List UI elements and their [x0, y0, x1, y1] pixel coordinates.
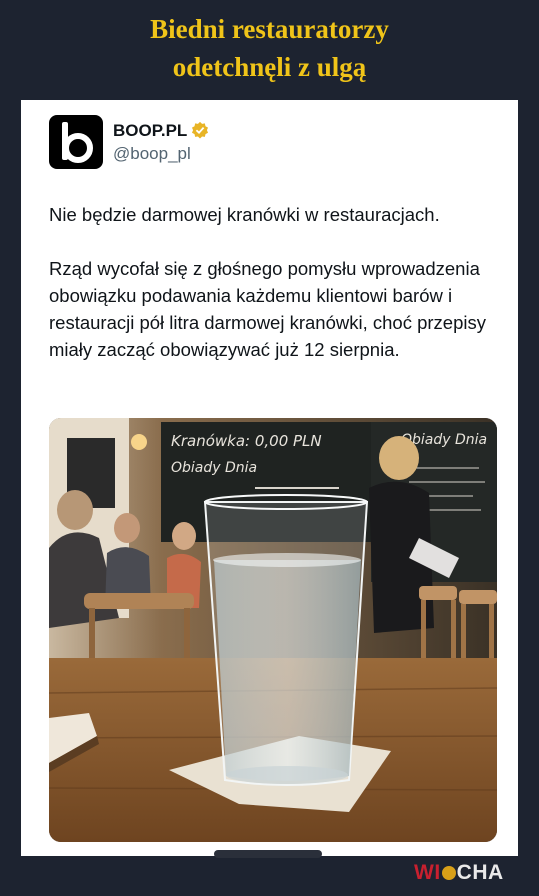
post-paragraph-2: Rząd wycofał się z głośnego pomysłu wpro… [49, 258, 486, 360]
watermark-w: W [414, 861, 435, 884]
chalkboard-text-price: Kranówka: 0,00 PLN [171, 432, 322, 450]
watermark-i: I [434, 861, 441, 884]
account-handle[interactable]: @boop_pl [113, 144, 191, 164]
watermark-dot-icon [441, 866, 456, 880]
post-paragraph-1: Nie będzie darmowej kranówki w restaurac… [49, 204, 440, 225]
chalkboard-text-left: Obiady Dnia [171, 460, 257, 476]
post-photo[interactable]: Kranówka: 0,00 PLN Obiady Dnia Obiady Dn… [49, 418, 497, 842]
headline-line-1: Biedni restauratorzy [150, 14, 389, 44]
boop-logo-icon[interactable] [49, 115, 103, 169]
watermark-rest: CHA [456, 861, 504, 884]
post-card: BOOP.PL @boop_pl Nie będzie darmowej kra… [21, 100, 518, 856]
home-indicator [214, 850, 322, 858]
account-name[interactable]: BOOP.PL [113, 121, 187, 141]
post-text: Nie będzie darmowej kranówki w restaurac… [49, 201, 499, 363]
wiocha-watermark: WI CHA [414, 861, 504, 885]
meme-headline: Biedni restauratorzy odetchnęli z ulgą [0, 10, 539, 86]
headline-line-2: odetchnęli z ulgą [172, 52, 367, 82]
verified-badge-icon [191, 121, 209, 139]
